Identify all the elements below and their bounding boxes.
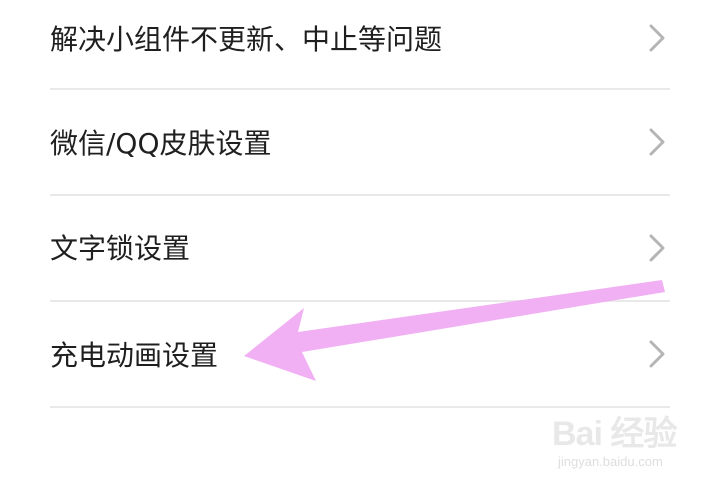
settings-item-label: 解决小组件不更新、中止等问题 [50,23,443,56]
settings-item-charging-animation[interactable]: 充电动画设置 [0,302,720,407]
watermark-logo: Bai 经验 [552,415,677,453]
chevron-right-icon [649,234,665,262]
settings-item-wechat-qq-skin[interactable]: 微信/QQ皮肤设置 [0,90,720,195]
settings-item-widget-fix[interactable]: 解决小组件不更新、中止等问题 [0,0,720,91]
settings-item-text-lock[interactable]: 文字锁设置 [0,196,720,301]
chevron-right-icon [649,340,665,368]
chevron-right-icon [649,128,665,156]
watermark-url: jingyan.baidu.com [558,454,663,469]
baidu-jingyan-watermark: Bai 经验 jingyan.baidu.com [548,410,708,480]
divider [50,406,670,408]
settings-item-label: 微信/QQ皮肤设置 [50,127,272,160]
settings-item-label: 充电动画设置 [50,339,219,372]
chevron-right-icon [649,24,665,52]
settings-item-label: 文字锁设置 [50,232,191,265]
